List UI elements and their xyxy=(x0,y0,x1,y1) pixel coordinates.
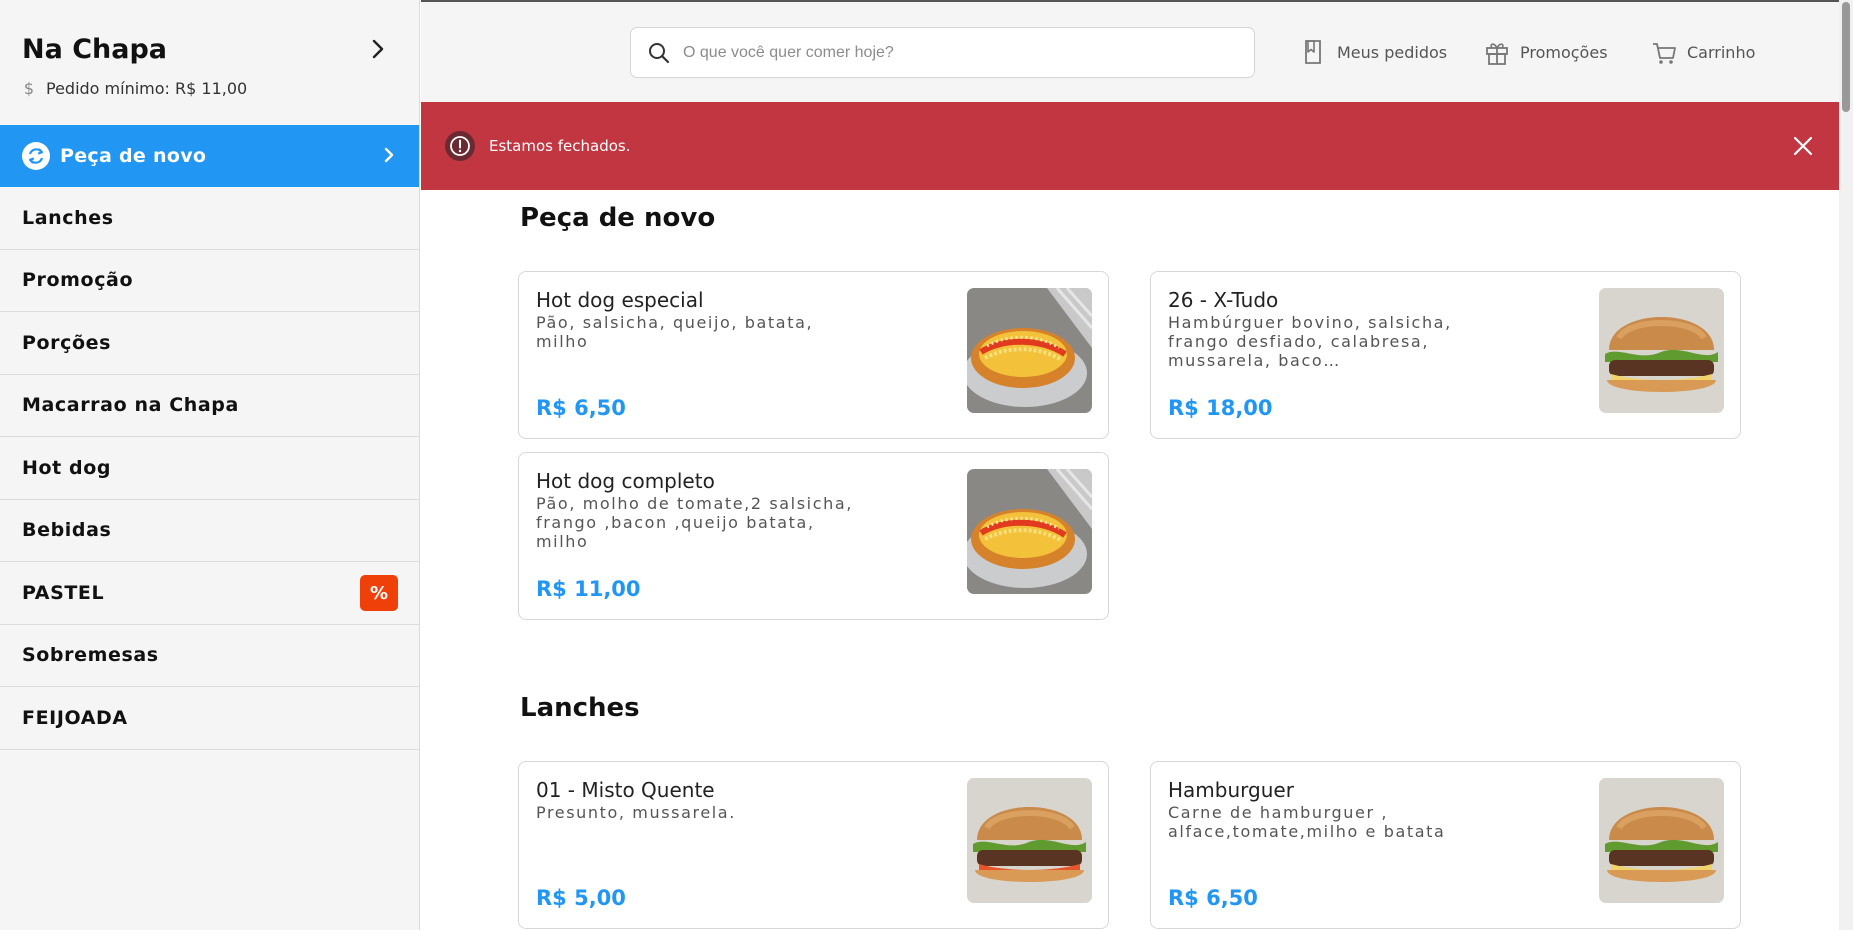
sidebar-item-macarrao[interactable]: Macarrao na Chapa xyxy=(0,375,419,437)
burger-image xyxy=(1599,288,1724,413)
promotions-label: Promoções xyxy=(1520,42,1608,62)
product-name: Hamburguer xyxy=(1168,778,1294,802)
sidebar-item-reorder-label: Peça de novo xyxy=(60,145,207,167)
store-closed-alert: Estamos fechados. xyxy=(421,102,1839,190)
sidebar-item-sobremesas[interactable]: Sobremesas xyxy=(0,625,419,687)
product-description: Carne de hamburguer , alface,tomate,milh… xyxy=(1168,803,1446,841)
product-card[interactable]: Hot dog especial Pão, salsicha, queijo, … xyxy=(518,271,1109,439)
product-name: 01 - Misto Quente xyxy=(536,778,715,802)
sidebar-item-hot-dog[interactable]: Hot dog xyxy=(0,437,419,500)
sidebar-item-label: Sobremesas xyxy=(22,644,159,667)
sidebar-item-label: FEIJOADA xyxy=(22,706,128,729)
burger-image xyxy=(967,778,1092,903)
sidebar-item-feijoada[interactable]: FEIJOADA xyxy=(0,687,419,750)
product-card[interactable]: Hot dog completo Pão, molho de tomate,2 … xyxy=(518,452,1109,620)
cart-icon xyxy=(1653,43,1676,64)
product-card[interactable]: 26 - X-Tudo Hambúrguer bovino, salsicha,… xyxy=(1150,271,1741,439)
sidebar-item-label: PASTEL xyxy=(22,581,105,604)
product-price: R$ 6,50 xyxy=(536,396,626,420)
product-price: R$ 6,50 xyxy=(1168,886,1258,910)
sidebar-item-label: Promoção xyxy=(22,269,134,292)
promo-badge: % xyxy=(360,575,398,611)
alert-text: Estamos fechados. xyxy=(489,137,631,155)
top-bar: Meus pedidos Promoções Carrinho xyxy=(421,0,1839,102)
product-price: R$ 11,00 xyxy=(536,577,641,601)
cart-label: Carrinho xyxy=(1687,42,1756,62)
sidebar-item-label: Porções xyxy=(22,331,112,354)
product-name: 26 - X-Tudo xyxy=(1168,288,1279,312)
scrollbar-thumb[interactable] xyxy=(1842,2,1850,112)
promotions-link[interactable]: Promoções xyxy=(1484,38,1608,66)
alert-exclamation-icon xyxy=(445,131,475,161)
product-card[interactable]: Hamburguer Carne de hamburguer , alface,… xyxy=(1150,761,1741,929)
category-sidebar: Na Chapa $ Pedido mínimo: R$ 11,00 Peça … xyxy=(0,0,420,930)
min-order-text: Pedido mínimo: R$ 11,00 xyxy=(46,79,248,98)
gift-icon xyxy=(1486,43,1508,65)
search-box[interactable] xyxy=(630,27,1255,78)
orders-book-icon xyxy=(1305,40,1321,64)
sidebar-item-bebidas[interactable]: Bebidas xyxy=(0,500,419,562)
search-icon xyxy=(649,42,670,63)
sidebar-item-lanches[interactable]: Lanches xyxy=(0,187,419,250)
product-card[interactable]: 01 - Misto Quente Presunto, mussarela. R… xyxy=(518,761,1109,929)
sidebar-item-label: Hot dog xyxy=(22,456,112,479)
sidebar-item-reorder[interactable]: Peça de novo xyxy=(0,125,419,187)
my-orders-link[interactable]: Meus pedidos xyxy=(1301,38,1447,66)
product-description: Presunto, mussarela. xyxy=(536,803,736,822)
close-icon[interactable] xyxy=(1791,134,1815,158)
min-order: $ Pedido mínimo: R$ 11,00 xyxy=(22,79,397,98)
search-input[interactable] xyxy=(683,43,1238,62)
product-name: Hot dog completo xyxy=(536,469,715,493)
product-description: Pão, salsicha, queijo, batata, milho xyxy=(536,313,814,351)
my-orders-label: Meus pedidos xyxy=(1337,42,1448,62)
sidebar-item-promocao[interactable]: Promoção xyxy=(0,250,419,312)
page-scrollbar[interactable] xyxy=(1839,0,1853,930)
store-details-chevron-icon[interactable] xyxy=(365,36,391,62)
product-description: Pão, molho de tomate,2 salsicha, frango … xyxy=(536,494,853,551)
sidebar-item-label: Macarrao na Chapa xyxy=(22,394,239,417)
product-price: R$ 18,00 xyxy=(1168,396,1273,420)
product-description: Hambúrguer bovino, salsicha, frango desf… xyxy=(1168,313,1452,370)
sidebar-item-pastel[interactable]: PASTEL % xyxy=(0,562,419,625)
product-price: R$ 5,00 xyxy=(536,886,626,910)
store-header: Na Chapa $ Pedido mínimo: R$ 11,00 xyxy=(0,0,419,125)
section-title-reorder: Peça de novo xyxy=(520,203,716,233)
burger-image xyxy=(1599,778,1724,903)
cart-link[interactable]: Carrinho xyxy=(1651,38,1755,66)
product-name: Hot dog especial xyxy=(536,288,704,312)
dollar-icon: $ xyxy=(23,79,35,98)
hotdog-image xyxy=(967,288,1092,413)
sidebar-item-label: Bebidas xyxy=(22,519,112,542)
hotdog-image xyxy=(967,469,1092,594)
section-title-lanches: Lanches xyxy=(520,693,640,723)
sidebar-item-porcoes[interactable]: Porções xyxy=(0,312,419,375)
reorder-icon xyxy=(22,142,50,170)
chevron-right-icon xyxy=(383,145,395,169)
sidebar-item-label: Lanches xyxy=(22,206,114,229)
store-name: Na Chapa xyxy=(22,34,168,65)
